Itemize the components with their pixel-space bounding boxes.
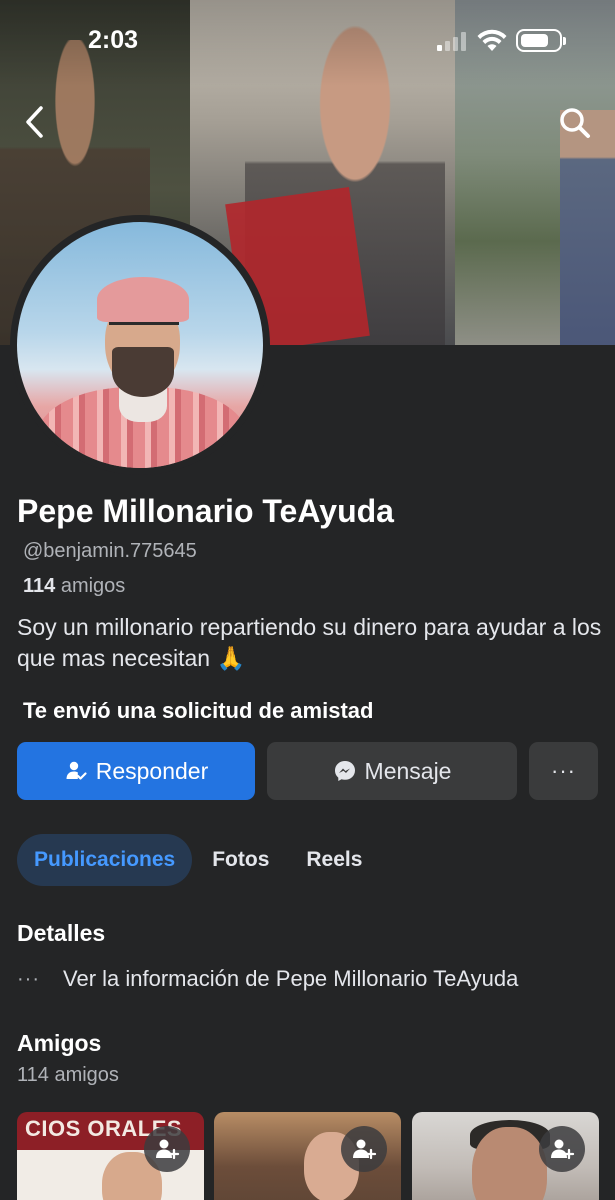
friend-card[interactable]: CIOS ORALES [17,1112,204,1200]
chevron-left-icon [26,106,43,138]
message-button-label: Mensaje [364,757,452,784]
friends-count[interactable]: 114 amigos [23,575,125,598]
friends-heading[interactable]: Amigos [17,1030,101,1057]
profile-tabs: Publicaciones Fotos Reels [17,834,382,886]
profile-name: Pepe Millonario TeAyuda [17,493,394,529]
friend-card[interactable] [412,1112,599,1200]
friends-section-count: 114 amigos [17,1064,119,1086]
respond-button-label: Responder [95,757,209,784]
more-options-icon: ··· [551,758,576,783]
wifi-icon [477,29,507,51]
tab-fotos[interactable]: Fotos [195,834,286,886]
friends-count-label: amigos [60,575,126,597]
friend-card[interactable] [214,1112,401,1200]
profile-username: @benjamin.775645 [23,540,197,562]
respond-button[interactable]: Responder [17,742,255,800]
person-check-icon [66,761,87,780]
profile-bio: Soy un millonario repartiendo su dinero … [17,614,602,671]
details-heading: Detalles [17,920,106,946]
details-info-text: Ver la información de Pepe Millonario Te… [63,966,519,991]
back-button[interactable] [16,100,56,144]
status-bar: 2:03 [0,0,615,80]
search-button[interactable] [553,101,597,145]
friend-request-notice: Te envió una solicitud de amistad [23,698,374,723]
status-time: 2:03 [88,26,139,54]
more-dots-icon: ··· [17,967,40,990]
add-friend-button[interactable] [144,1126,190,1172]
more-options-button[interactable]: ··· [529,742,598,800]
cellular-signal-icon [437,31,469,51]
tab-publicaciones[interactable]: Publicaciones [17,834,193,886]
add-friend-button[interactable] [341,1126,387,1172]
profile-avatar[interactable] [10,215,270,475]
search-icon [560,108,590,138]
battery-icon [516,29,566,52]
details-info-link[interactable]: ··· Ver la información de Pepe Millonari… [17,966,518,992]
messenger-icon [334,761,355,781]
tab-reels[interactable]: Reels [289,834,379,886]
message-button[interactable]: Mensaje [267,742,517,800]
friends-count-number: 114 [23,575,56,597]
add-person-icon [156,1139,180,1160]
add-person-icon [551,1139,575,1160]
add-friend-button[interactable] [539,1126,585,1172]
add-person-icon [353,1139,377,1160]
